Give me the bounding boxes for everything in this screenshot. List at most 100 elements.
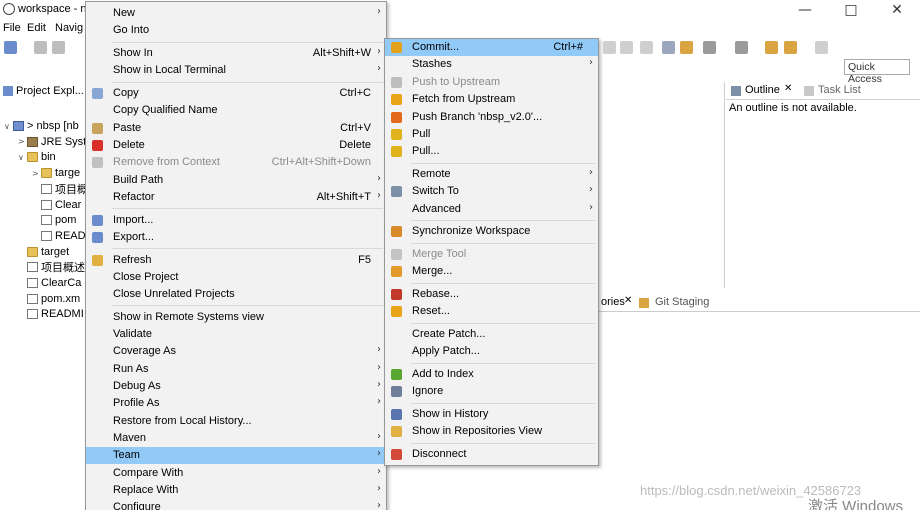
team-menu-item-switch-to[interactable]: Switch To › bbox=[385, 183, 598, 200]
menu-item-replace-with[interactable]: Replace With › bbox=[86, 482, 386, 499]
menu-item-compare-with[interactable]: Compare With › bbox=[86, 465, 386, 482]
tab-repositories[interactable]: ories bbox=[601, 296, 625, 308]
tab-outline[interactable]: Outline bbox=[745, 84, 780, 96]
team-menu-item-apply-patch[interactable]: Apply Patch... bbox=[385, 343, 598, 360]
file-icon bbox=[27, 293, 38, 304]
menu-item-show-in-local-terminal[interactable]: Show in Local Terminal › bbox=[86, 62, 386, 79]
menu-item-coverage-as[interactable]: Coverage As › bbox=[86, 343, 386, 360]
project-explorer-tab[interactable]: Project Expl... bbox=[0, 82, 86, 100]
tree-item[interactable]: ClearCa bbox=[18, 275, 81, 291]
toolbar-tool-icon[interactable] bbox=[640, 41, 653, 54]
menu-item-profile-as[interactable]: Profile As › bbox=[86, 395, 386, 412]
menu-item-maven[interactable]: Maven › bbox=[86, 430, 386, 447]
menu-edit[interactable]: Edit bbox=[27, 22, 46, 34]
menu-item-label: Copy Qualified Name bbox=[113, 104, 218, 117]
toolbar-tool-icon[interactable] bbox=[603, 41, 616, 54]
tree-item[interactable]: READ bbox=[32, 228, 86, 244]
menu-item-refactor[interactable]: Refactor Alt+Shift+T › bbox=[86, 189, 386, 206]
tab-task-list[interactable]: Task List bbox=[818, 84, 861, 96]
maximize-icon[interactable]: □ bbox=[828, 0, 874, 20]
back-icon[interactable] bbox=[765, 41, 778, 54]
team-menu-item-remote[interactable]: Remote › bbox=[385, 166, 598, 183]
menu-navigate[interactable]: Navig bbox=[55, 22, 83, 34]
menu-item-copy[interactable]: Copy Ctrl+C bbox=[86, 85, 386, 102]
quick-access-input[interactable]: Quick Access bbox=[844, 59, 910, 85]
team-menu-item-merge[interactable]: Merge... bbox=[385, 263, 598, 280]
tree-item[interactable]: READMI bbox=[18, 306, 84, 322]
toolbar-tool-icon[interactable] bbox=[620, 41, 633, 54]
menu-item-go-into[interactable]: Go Into bbox=[86, 22, 386, 39]
menu-item-label: Compare With bbox=[113, 466, 184, 479]
team-menu-item-advanced[interactable]: Advanced › bbox=[385, 201, 598, 218]
toolbar-tool-icon[interactable] bbox=[662, 41, 675, 54]
tree-item[interactable]: pom.xm bbox=[18, 291, 80, 307]
team-menu-item-stashes[interactable]: Stashes › bbox=[385, 56, 598, 73]
expand-toggle-icon[interactable]: > bbox=[32, 169, 41, 178]
close-icon[interactable]: ✕ bbox=[874, 0, 920, 20]
menu-item-restore-from-local-history[interactable]: Restore from Local History... bbox=[86, 413, 386, 430]
new-icon[interactable] bbox=[4, 41, 17, 54]
tree-item[interactable]: pom bbox=[32, 212, 76, 228]
submenu-arrow-icon: › bbox=[377, 63, 381, 75]
expand-toggle-icon[interactable]: ∨ bbox=[18, 153, 27, 162]
menu-item-configure[interactable]: Configure › bbox=[86, 499, 386, 510]
team-menu-item-show-in-repositories-view[interactable]: Show in Repositories View bbox=[385, 423, 598, 440]
team-menu-item-push-branch-nbsp-v2-0[interactable]: Push Branch 'nbsp_v2.0'... bbox=[385, 109, 598, 126]
tree-item[interactable]: ∨ bin bbox=[18, 149, 56, 165]
menu-item-validate[interactable]: Validate bbox=[86, 326, 386, 343]
submenu-arrow-icon: › bbox=[589, 57, 593, 69]
team-menu-item-pull[interactable]: Pull... bbox=[385, 143, 598, 160]
tree-item[interactable]: > JRE Syst bbox=[18, 134, 86, 150]
menu-item-export[interactable]: Export... bbox=[86, 229, 386, 246]
menu-item-show-in[interactable]: Show In Alt+Shift+W › bbox=[86, 45, 386, 62]
team-menu-item-disconnect[interactable]: Disconnect bbox=[385, 446, 598, 463]
team-menu-item-add-to-index[interactable]: Add to Index bbox=[385, 366, 598, 383]
toolbar-tool-icon[interactable] bbox=[735, 41, 748, 54]
menu-item-new[interactable]: New › bbox=[86, 5, 386, 22]
team-menu-item-show-in-history[interactable]: Show in History bbox=[385, 406, 598, 423]
toolbar-tool-icon[interactable] bbox=[703, 41, 716, 54]
save-icon[interactable] bbox=[34, 41, 47, 54]
next-icon[interactable] bbox=[815, 41, 828, 54]
disconnect-icon bbox=[391, 449, 402, 460]
tree-item[interactable]: Clear bbox=[32, 197, 81, 213]
menu-item-delete[interactable]: Delete Delete bbox=[86, 137, 386, 154]
tree-item[interactable]: target bbox=[18, 244, 69, 260]
close-tab-icon[interactable]: ✕ bbox=[624, 295, 632, 306]
menu-item-close-unrelated-projects[interactable]: Close Unrelated Projects bbox=[86, 286, 386, 303]
menu-item-label: Maven bbox=[113, 431, 147, 444]
save-all-icon[interactable] bbox=[52, 41, 65, 54]
team-menu-item-commit[interactable]: Commit... Ctrl+# bbox=[385, 39, 598, 56]
tab-git-staging[interactable]: Git Staging bbox=[655, 296, 709, 308]
tree-item[interactable]: 项目概述 bbox=[18, 259, 85, 275]
menu-item-run-as[interactable]: Run As › bbox=[86, 361, 386, 378]
menu-item-build-path[interactable]: Build Path › bbox=[86, 172, 386, 189]
tree-item[interactable]: ∨ > nbsp [nb bbox=[4, 118, 79, 134]
menu-item-show-in-remote-systems-view[interactable]: Show in Remote Systems view bbox=[86, 309, 386, 326]
menu-item-debug-as[interactable]: Debug As › bbox=[86, 378, 386, 395]
toolbar-tool-icon[interactable] bbox=[680, 41, 693, 54]
menu-item-team[interactable]: Team › bbox=[86, 447, 386, 465]
team-menu-item-create-patch[interactable]: Create Patch... bbox=[385, 326, 598, 343]
menu-item-label: Add to Index bbox=[412, 368, 474, 380]
menu-item-refresh[interactable]: Refresh F5 bbox=[86, 252, 386, 269]
forward-icon[interactable] bbox=[784, 41, 797, 54]
team-menu-item-reset[interactable]: Reset... bbox=[385, 303, 598, 320]
menu-file[interactable]: File bbox=[3, 22, 21, 34]
team-menu-item-fetch-from-upstream[interactable]: Fetch from Upstream bbox=[385, 91, 598, 108]
menu-item-close-project[interactable]: Close Project bbox=[86, 269, 386, 286]
tree-item[interactable]: 项目概 bbox=[32, 181, 88, 197]
close-outline-icon[interactable]: ✕ bbox=[784, 83, 792, 94]
menu-item-import[interactable]: Import... bbox=[86, 212, 386, 229]
team-menu-item-pull[interactable]: Pull bbox=[385, 126, 598, 143]
team-menu-item-ignore[interactable]: Ignore bbox=[385, 383, 598, 400]
menu-item-paste[interactable]: Paste Ctrl+V bbox=[86, 120, 386, 137]
team-menu-item-rebase[interactable]: Rebase... bbox=[385, 286, 598, 303]
expand-toggle-icon[interactable]: ∨ bbox=[4, 122, 13, 131]
push-to-upstream-icon bbox=[391, 76, 402, 88]
menu-item-copy-qualified-name[interactable]: Copy Qualified Name bbox=[86, 102, 386, 119]
minimize-icon[interactable]: — bbox=[782, 0, 828, 20]
expand-toggle-icon[interactable]: > bbox=[18, 137, 27, 146]
tree-item[interactable]: > targe bbox=[32, 165, 80, 181]
team-menu-item-synchronize-workspace[interactable]: Synchronize Workspace bbox=[385, 223, 598, 240]
